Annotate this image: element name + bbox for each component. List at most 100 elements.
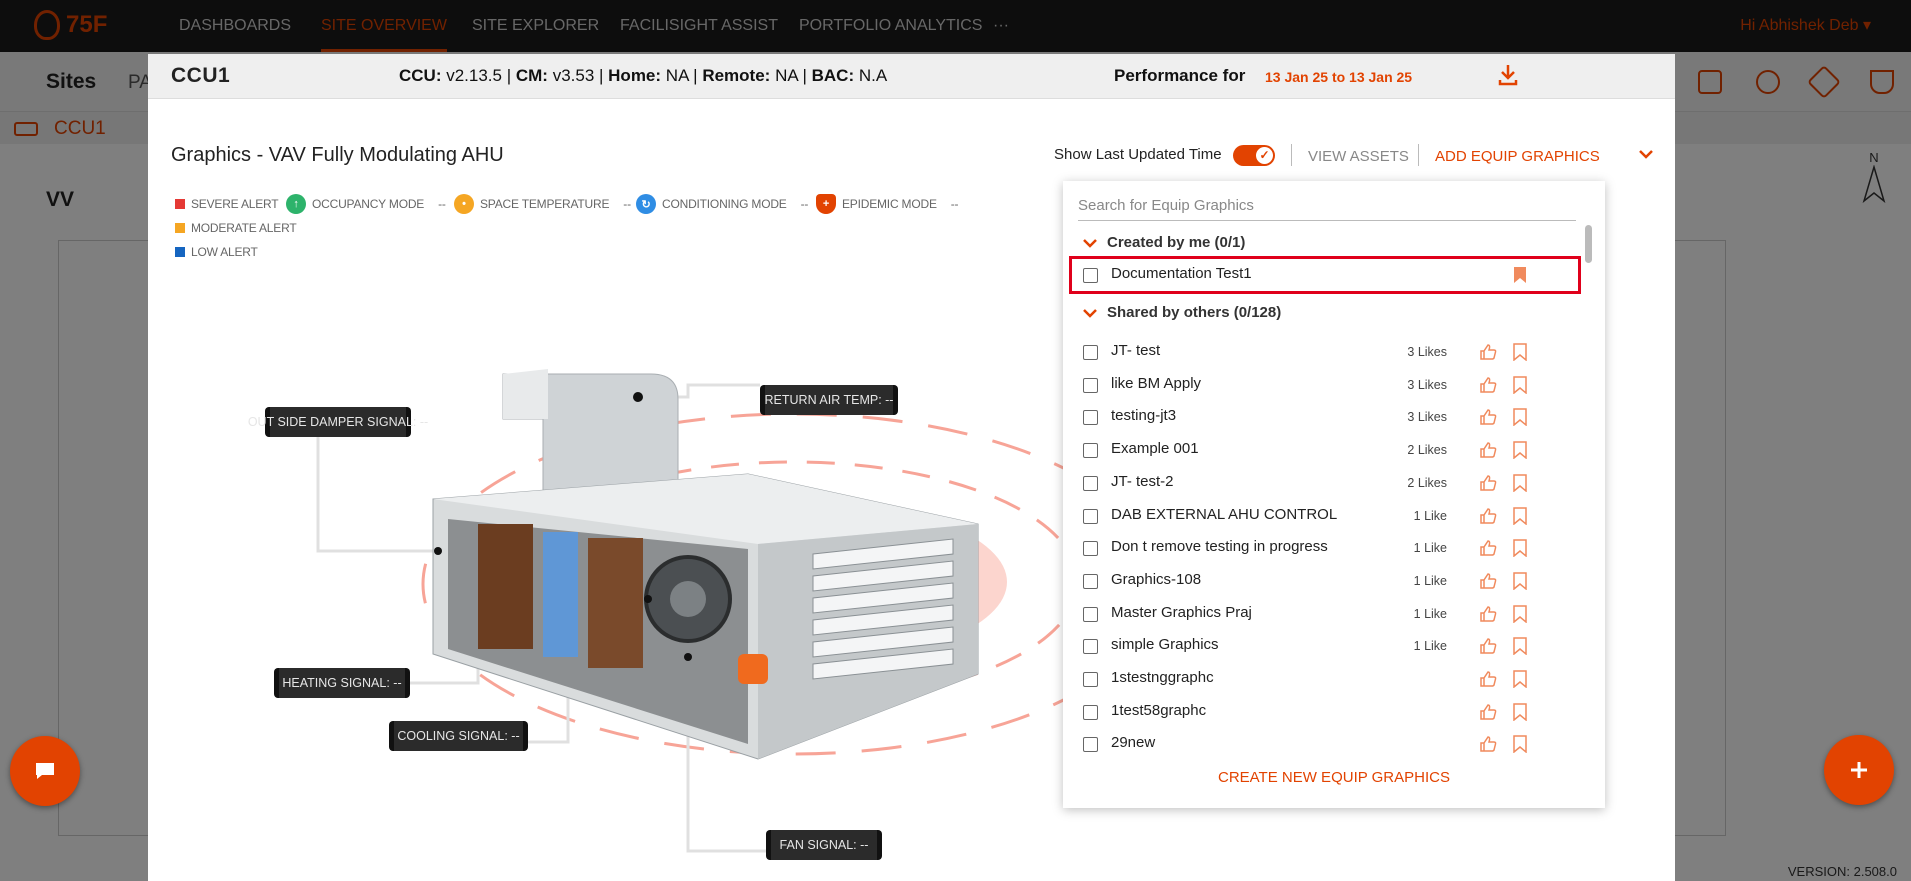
- thumbs-up-icon[interactable]: [1479, 605, 1497, 623]
- chat-button[interactable]: [10, 736, 80, 806]
- chevron-down-icon: [1083, 238, 1097, 248]
- item-label: simple Graphics: [1111, 636, 1219, 654]
- bookmark-icon[interactable]: [1513, 604, 1527, 623]
- item-label: Don t remove testing in progress: [1111, 538, 1328, 556]
- group-label: Shared by others (0/128): [1107, 304, 1282, 321]
- likes-count: 1 Like: [1413, 639, 1447, 654]
- graphics-list-item[interactable]: Graphics-108 1 Like: [1071, 566, 1557, 596]
- plus-icon: [1851, 762, 1867, 778]
- likes-count: 3 Likes: [1407, 410, 1447, 425]
- chevron-down-icon: [1083, 308, 1097, 318]
- bookmark-icon[interactable]: [1513, 343, 1527, 361]
- graphics-list-item[interactable]: 29new: [1071, 729, 1557, 759]
- thumbs-up-icon[interactable]: [1479, 441, 1497, 459]
- outside-damper-callout[interactable]: OUT SIDE DAMPER SIGNAL: --: [248, 407, 428, 437]
- thumbs-up-icon[interactable]: [1479, 735, 1497, 753]
- thumbs-up-icon[interactable]: [1479, 376, 1497, 394]
- download-icon[interactable]: [1498, 64, 1518, 86]
- graphics-list-item[interactable]: like BM Apply 3 Likes: [1071, 370, 1557, 400]
- likes-count: 1 Like: [1413, 573, 1447, 588]
- bookmark-icon[interactable]: [1513, 670, 1527, 688]
- bookmark-icon[interactable]: [1513, 539, 1527, 558]
- item-label: JT- test-2: [1111, 472, 1174, 490]
- thumbs-up-icon[interactable]: [1479, 703, 1497, 721]
- item-label: 1test58graphc: [1111, 701, 1207, 719]
- thumbs-up-icon[interactable]: [1479, 507, 1497, 525]
- chevron-down-icon[interactable]: [1638, 146, 1654, 162]
- bookmark-icon[interactable]: [1513, 408, 1527, 427]
- thumbs-up-icon[interactable]: [1479, 637, 1497, 655]
- add-fab-button[interactable]: [1824, 735, 1894, 805]
- divider: [1418, 144, 1419, 166]
- item-checkbox[interactable]: [1083, 443, 1098, 459]
- item-checkbox[interactable]: [1083, 704, 1098, 720]
- item-checkbox[interactable]: [1083, 541, 1098, 557]
- item-label: Documentation Test1: [1111, 265, 1252, 282]
- item-label: JT- test: [1111, 342, 1161, 359]
- item-checkbox[interactable]: [1083, 606, 1098, 622]
- item-checkbox[interactable]: [1083, 508, 1098, 524]
- show-last-updated-toggle[interactable]: ✓: [1233, 145, 1275, 166]
- view-assets-link[interactable]: VIEW ASSETS: [1308, 148, 1409, 165]
- bookmark-icon[interactable]: [1513, 474, 1527, 492]
- graphics-list-item[interactable]: Example 001 2 Likes: [1071, 435, 1557, 465]
- graphics-list-item[interactable]: JT- test-2 2 Likes: [1071, 468, 1557, 498]
- ahu-illustration: [316, 369, 1088, 853]
- graphics-list-item[interactable]: 1stestnggraphc: [1071, 664, 1557, 694]
- item-checkbox[interactable]: [1083, 573, 1098, 589]
- item-checkbox[interactable]: [1083, 268, 1098, 283]
- graphics-list-item[interactable]: Documentation Test1: [1071, 260, 1557, 290]
- show-last-updated-label: Show Last Updated Time: [1054, 146, 1222, 163]
- item-checkbox[interactable]: [1083, 345, 1098, 360]
- item-label: Graphics-108: [1111, 570, 1202, 588]
- bookmark-icon[interactable]: [1513, 637, 1527, 656]
- graphics-list-item[interactable]: JT- test 3 Likes: [1071, 337, 1557, 367]
- check-icon: ✓: [1256, 147, 1273, 164]
- equip-graphics-search-input[interactable]: Search for Equip Graphics: [1078, 193, 1576, 221]
- add-equip-graphics-button[interactable]: ADD EQUIP GRAPHICS: [1435, 148, 1600, 165]
- created-by-me-header[interactable]: Created by me (0/1): [1083, 234, 1245, 251]
- graphics-list-item[interactable]: DAB EXTERNAL AHU CONTROL 1 Like: [1071, 501, 1557, 531]
- bookmark-filled-icon[interactable]: [1513, 266, 1527, 284]
- thumbs-up-icon[interactable]: [1479, 539, 1497, 557]
- bookmark-icon[interactable]: [1513, 441, 1527, 460]
- item-label: Master Graphics Praj: [1111, 603, 1252, 621]
- date-range-picker[interactable]: 13 Jan 25 to 13 Jan 25: [1265, 69, 1412, 85]
- return-air-temp-callout[interactable]: RETURN AIR TEMP: --: [760, 385, 898, 415]
- thumbs-up-icon[interactable]: [1479, 408, 1497, 426]
- item-checkbox[interactable]: [1083, 639, 1098, 655]
- likes-count: 1 Like: [1413, 541, 1447, 556]
- graphics-list-item[interactable]: 1test58graphc: [1071, 697, 1557, 727]
- thumbs-up-icon[interactable]: [1479, 343, 1497, 361]
- likes-count: 1 Like: [1413, 508, 1447, 523]
- item-label: Example 001: [1111, 440, 1199, 458]
- heating-signal-callout[interactable]: HEATING SIGNAL: --: [274, 668, 410, 698]
- item-checkbox[interactable]: [1083, 410, 1098, 426]
- thumbs-up-icon[interactable]: [1479, 474, 1497, 492]
- item-label: DAB EXTERNAL AHU CONTROL: [1111, 505, 1338, 523]
- item-checkbox[interactable]: [1083, 377, 1098, 393]
- item-label: testing-jt3: [1111, 407, 1177, 425]
- chat-icon: [36, 763, 54, 779]
- shared-by-others-header[interactable]: Shared by others (0/128): [1083, 304, 1281, 321]
- thumbs-up-icon[interactable]: [1479, 670, 1497, 688]
- likes-count: 1 Like: [1413, 606, 1447, 621]
- cooling-signal-callout[interactable]: COOLING SIGNAL: --: [389, 721, 528, 751]
- fan-signal-callout[interactable]: FAN SIGNAL: --: [766, 830, 882, 860]
- graphics-list-item[interactable]: testing-jt3 3 Likes: [1071, 402, 1557, 432]
- thumbs-up-icon[interactable]: [1479, 572, 1497, 590]
- create-new-equip-graphics-button[interactable]: CREATE NEW EQUIP GRAPHICS: [1063, 769, 1605, 786]
- bookmark-icon[interactable]: [1513, 702, 1527, 721]
- item-checkbox[interactable]: [1083, 672, 1098, 687]
- graphics-list-item[interactable]: Don t remove testing in progress 1 Like: [1071, 533, 1557, 563]
- item-checkbox[interactable]: [1083, 737, 1098, 753]
- equip-graphics-dropdown: Search for Equip Graphics Created by me …: [1063, 181, 1605, 808]
- bookmark-icon[interactable]: [1513, 506, 1527, 525]
- graphics-list-item[interactable]: Master Graphics Praj 1 Like: [1071, 599, 1557, 629]
- bookmark-icon[interactable]: [1513, 572, 1527, 590]
- bookmark-icon[interactable]: [1513, 735, 1527, 754]
- graphics-list-item[interactable]: simple Graphics 1 Like: [1071, 631, 1557, 661]
- scrollbar[interactable]: [1585, 225, 1592, 263]
- item-checkbox[interactable]: [1083, 475, 1098, 491]
- bookmark-icon[interactable]: [1513, 375, 1527, 394]
